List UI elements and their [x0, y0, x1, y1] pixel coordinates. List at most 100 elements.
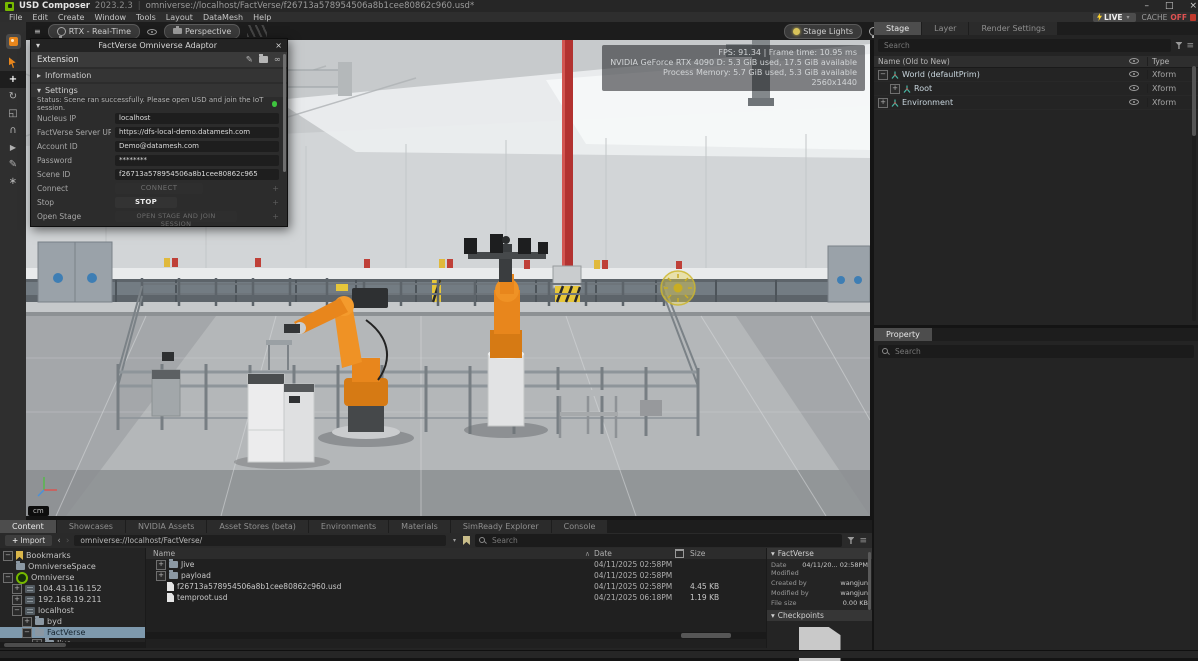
- eye-icon[interactable]: [1129, 83, 1139, 92]
- app-kit-button[interactable]: [0, 28, 26, 54]
- adaptor-title-bar[interactable]: FactVerse Omniverse Adaptor: [31, 39, 287, 52]
- physics-tool-button[interactable]: ∗: [0, 173, 26, 190]
- file-list-headers[interactable]: Name ∧ Date Size: [146, 548, 766, 559]
- live-dropdown-icon[interactable]: [1125, 14, 1132, 21]
- stage-search-box[interactable]: [878, 39, 1171, 52]
- name-column-header[interactable]: Name (Old to New): [878, 57, 1129, 66]
- file-row-jive[interactable]: Jive 04/11/2025 02:58PM: [146, 559, 766, 570]
- stage-scrollbar[interactable]: [1192, 66, 1196, 321]
- tree-item-byd[interactable]: byd: [0, 616, 145, 627]
- information-section[interactable]: Information: [31, 69, 287, 82]
- bookmark-icon[interactable]: [463, 536, 470, 545]
- collapse-down-icon[interactable]: [771, 611, 775, 620]
- expander-icon[interactable]: [3, 573, 13, 583]
- menu-edit[interactable]: Edit: [27, 13, 53, 22]
- forward-icon[interactable]: ›: [66, 536, 70, 546]
- stage-row-environment[interactable]: Environment Xform: [874, 96, 1198, 110]
- maximize-icon[interactable]: [1165, 1, 1174, 11]
- minimize-icon[interactable]: [1144, 1, 1149, 11]
- expander-icon[interactable]: [12, 595, 22, 605]
- snap-tool-button[interactable]: ∩: [0, 122, 26, 139]
- menu-help[interactable]: Help: [248, 13, 276, 22]
- panel-close-icon[interactable]: [275, 41, 282, 50]
- tab-materials[interactable]: Materials: [389, 520, 450, 533]
- light-gizmo[interactable]: [661, 271, 695, 305]
- expander-icon[interactable]: [12, 606, 22, 616]
- nucleus-ip-field[interactable]: [115, 113, 279, 124]
- stage-row-world[interactable]: World (defaultPrim) Xform: [874, 68, 1198, 82]
- close-icon[interactable]: [1189, 1, 1197, 11]
- tab-property[interactable]: Property: [874, 328, 932, 341]
- expander-icon[interactable]: [156, 571, 166, 581]
- menu-datamesh[interactable]: DataMesh: [198, 13, 248, 22]
- select-tool-button[interactable]: [0, 54, 26, 71]
- link-icon[interactable]: [274, 55, 281, 65]
- add-target-icon[interactable]: +: [272, 198, 279, 207]
- menu-file[interactable]: File: [4, 13, 27, 22]
- tree-item-server-2[interactable]: 192.168.19.211: [0, 594, 145, 605]
- collapse-down-icon[interactable]: [771, 549, 775, 558]
- content-search-box[interactable]: [475, 534, 843, 547]
- expander-icon[interactable]: [22, 617, 32, 627]
- tree-item-factverse[interactable]: FactVerse: [0, 627, 145, 638]
- folder-icon[interactable]: [259, 56, 268, 63]
- import-button[interactable]: Import: [5, 535, 52, 546]
- expander-icon[interactable]: [22, 628, 32, 638]
- options-icon[interactable]: ≡: [1186, 41, 1194, 51]
- filter-icon[interactable]: [847, 537, 854, 544]
- checkpoints-header[interactable]: Checkpoints: [767, 610, 872, 621]
- stage-search-input[interactable]: [882, 40, 1167, 51]
- sort-ascending-icon[interactable]: ∧: [585, 550, 594, 558]
- cache-indicator[interactable]: CACHE OFF: [1136, 13, 1198, 22]
- eye-icon[interactable]: [1129, 97, 1139, 106]
- content-search-input[interactable]: [490, 535, 839, 546]
- expander-icon[interactable]: [878, 98, 888, 108]
- add-target-icon[interactable]: +: [272, 184, 279, 193]
- tab-layer[interactable]: Layer: [922, 22, 968, 35]
- menu-window[interactable]: Window: [89, 13, 131, 22]
- tab-console[interactable]: Console: [552, 520, 608, 533]
- stage-lights-selector[interactable]: Stage Lights: [784, 24, 862, 39]
- view-mode-icon[interactable]: ≡: [859, 536, 867, 546]
- tree-scrollbar[interactable]: [0, 642, 145, 648]
- visibility-icon[interactable]: [147, 27, 157, 36]
- renderer-selector[interactable]: RTX - Real-Time: [48, 24, 140, 39]
- panel-scrollbar[interactable]: [283, 54, 286, 172]
- server-url-field[interactable]: [115, 127, 279, 138]
- stop-button[interactable]: STOP: [115, 197, 177, 208]
- account-id-field[interactable]: [115, 141, 279, 152]
- file-row-temproot[interactable]: temproot.usd 04/21/2025 06:18PM 1.19 KB: [146, 592, 766, 603]
- tab-asset-stores[interactable]: Asset Stores (beta): [207, 520, 308, 533]
- eye-icon[interactable]: [1129, 69, 1139, 78]
- expander-icon[interactable]: [3, 551, 13, 561]
- viewport-menu-icon[interactable]: [34, 27, 41, 36]
- expander-icon[interactable]: [12, 584, 22, 594]
- edit-icon[interactable]: [246, 55, 253, 65]
- expander-icon[interactable]: [890, 84, 900, 94]
- size-header[interactable]: Size: [690, 549, 766, 558]
- stage-column-headers[interactable]: Name (Old to New) Type: [874, 56, 1198, 68]
- collapse-right-icon[interactable]: [37, 71, 41, 80]
- type-column-header[interactable]: Type: [1147, 57, 1194, 66]
- markup-tool-button[interactable]: ✎: [0, 156, 26, 173]
- tab-content[interactable]: Content: [0, 520, 56, 533]
- tab-stage[interactable]: Stage: [874, 22, 921, 35]
- date-header[interactable]: Date: [594, 549, 612, 558]
- property-search-box[interactable]: [878, 345, 1194, 358]
- tab-render-settings[interactable]: Render Settings: [969, 22, 1057, 35]
- menu-tools[interactable]: Tools: [131, 13, 161, 22]
- password-field[interactable]: [115, 155, 279, 166]
- stage-row-root[interactable]: Root Xform: [874, 82, 1198, 96]
- axis-gizmo[interactable]: [36, 472, 62, 498]
- tab-simready-explorer[interactable]: SimReady Explorer: [451, 520, 551, 533]
- camera-selector[interactable]: Perspective: [164, 24, 240, 39]
- name-header[interactable]: Name: [153, 549, 175, 558]
- details-header[interactable]: FactVerse: [767, 548, 872, 559]
- filter-icon[interactable]: [1175, 42, 1182, 49]
- file-row-payload[interactable]: payload 04/11/2025 02:58PM: [146, 570, 766, 581]
- tab-nvidia-assets[interactable]: NVIDIA Assets: [126, 520, 206, 533]
- back-icon[interactable]: ‹: [57, 536, 61, 546]
- details-scrollbar[interactable]: [868, 552, 871, 610]
- tree-item-bookmarks[interactable]: Bookmarks: [0, 550, 145, 561]
- scene-id-field[interactable]: [115, 169, 279, 180]
